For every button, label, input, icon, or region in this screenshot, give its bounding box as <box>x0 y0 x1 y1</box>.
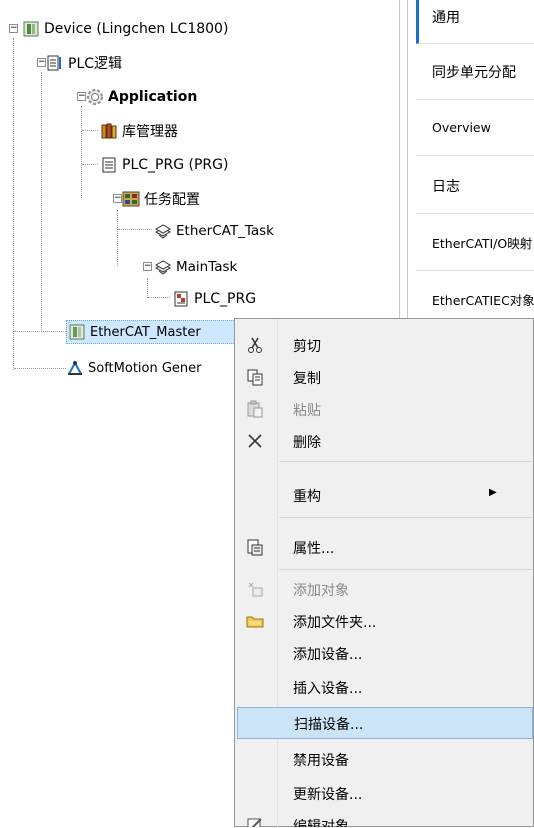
menu-item-label: 添加对象 <box>293 583 349 599</box>
menu-item-label: 重构 <box>293 489 321 505</box>
menu-item-label: 添加设备... <box>293 647 363 663</box>
scissors-icon <box>246 336 264 354</box>
menu-item-delete[interactable]: 删除 <box>237 425 533 457</box>
tree-item-label: SoftMotion Gener <box>88 360 202 376</box>
tab-sync-unit[interactable]: 同步单元分配 <box>416 44 534 100</box>
edit-icon <box>246 816 264 827</box>
device-icon <box>68 323 86 341</box>
menu-item-label: 粘贴 <box>293 403 321 419</box>
program-call-icon <box>172 290 190 308</box>
menu-separator <box>279 461 533 462</box>
tree-item-main-task[interactable]: MainTask <box>154 256 237 278</box>
tree-line <box>148 297 170 298</box>
submenu-arrow-icon: ▶ <box>489 487 497 498</box>
menu-item-cut[interactable]: 剪切 <box>237 329 533 361</box>
menu-item-insert-device[interactable]: 插入设备... <box>237 671 533 703</box>
tree-item-label: MainTask <box>176 259 238 275</box>
menu-item-disable-device[interactable]: 禁用设备 <box>237 743 533 775</box>
tree-item-plc-logic[interactable]: PLC逻辑 <box>46 52 122 74</box>
menu-item-label: 插入设备... <box>293 681 363 697</box>
collapse-toggle[interactable]: − <box>143 262 152 271</box>
tree-line <box>118 229 152 230</box>
context-menu: 剪切 复制 粘贴 删除 重构 ▶ 属性... 添加对象 添加文件夹... 添加设… <box>234 318 534 828</box>
tree-line <box>147 278 148 298</box>
tree-line <box>14 368 66 369</box>
menu-item-properties[interactable]: 属性... <box>237 531 533 563</box>
tree-item-label: 任务配置 <box>144 192 200 208</box>
menu-item-label: 属性... <box>293 541 335 557</box>
menu-item-label: 扫描设备... <box>294 717 364 733</box>
menu-item-edit-object[interactable]: 编辑对象 <box>237 809 533 827</box>
menu-separator <box>279 517 533 518</box>
menu-item-label: 剪切 <box>293 339 321 355</box>
tree-line <box>13 38 14 370</box>
menu-item-label: 复制 <box>293 371 321 387</box>
tree-item-library-manager[interactable]: 库管理器 <box>100 120 178 142</box>
close-icon <box>246 432 264 450</box>
tree-item-task-config[interactable]: 任务配置 <box>122 188 200 210</box>
tree-item-ethercat-task[interactable]: EtherCAT_Task <box>154 220 274 242</box>
task-icon <box>154 222 172 240</box>
tree-line <box>14 331 66 332</box>
collapse-toggle[interactable]: − <box>37 58 46 67</box>
tree-item-label: PLC逻辑 <box>68 56 123 72</box>
tree-line <box>82 130 98 131</box>
collapse-toggle[interactable]: − <box>113 194 122 203</box>
menu-item-add-folder[interactable]: 添加文件夹... <box>237 605 533 637</box>
tree-item-label: EtherCAT_Master <box>90 324 201 340</box>
tree-line <box>81 106 82 198</box>
menu-item-refactor[interactable]: 重构 ▶ <box>237 479 533 511</box>
menu-item-label: 禁用设备 <box>293 753 349 769</box>
menu-item-add-object[interactable]: 添加对象 <box>237 573 533 605</box>
menu-item-label: 编辑对象 <box>293 819 349 827</box>
tree-line <box>117 210 118 266</box>
tree-item-label: EtherCAT_Task <box>176 223 274 239</box>
paste-icon <box>246 400 264 418</box>
editor-tab-list: 通用 同步单元分配 Overview 日志 EtherCATI/O映射 Ethe… <box>416 0 534 330</box>
tab-overview[interactable]: Overview <box>416 100 534 156</box>
menu-item-add-device[interactable]: 添加设备... <box>237 637 533 669</box>
tree-item-plc-prg[interactable]: PLC_PRG (PRG) <box>100 154 228 176</box>
menu-item-label: 删除 <box>293 435 321 451</box>
tree-item-application[interactable]: Application <box>86 86 197 108</box>
gear-icon <box>86 88 104 106</box>
menu-separator <box>279 569 533 570</box>
tree-item-device[interactable]: Device (Lingchen LC1800) <box>22 18 228 40</box>
menu-item-paste[interactable]: 粘贴 <box>237 393 533 425</box>
task-icon <box>154 258 172 276</box>
properties-icon <box>246 538 264 556</box>
menu-item-label: 更新设备... <box>293 787 363 803</box>
tree-item-label: Application <box>108 89 198 105</box>
tree-item-label: PLC_PRG (PRG) <box>122 157 229 173</box>
copy-icon <box>246 368 264 386</box>
menu-item-label: 添加文件夹... <box>293 615 377 631</box>
tree-line <box>82 164 98 165</box>
tree-item-label: 库管理器 <box>122 124 178 140</box>
collapse-toggle[interactable]: − <box>77 92 86 101</box>
device-icon <box>22 20 40 38</box>
library-icon <box>100 122 118 140</box>
document-icon <box>100 156 118 174</box>
plc-logic-icon <box>46 54 64 72</box>
tree-item-plc-prg-call[interactable]: PLC_PRG <box>172 288 256 310</box>
task-config-icon <box>122 190 140 208</box>
tab-general[interactable]: 通用 <box>416 0 534 44</box>
tab-log[interactable]: 日志 <box>416 158 534 214</box>
tree-item-softmotion[interactable]: SoftMotion Gener <box>66 357 202 379</box>
softmotion-icon <box>66 359 84 377</box>
tree-line <box>41 72 42 332</box>
tab-ethercat-io-mapping[interactable]: EtherCATI/O映射 <box>416 215 534 271</box>
folder-icon <box>246 612 264 630</box>
add-object-icon <box>246 580 264 598</box>
tree-item-label: PLC_PRG <box>194 291 257 307</box>
collapse-toggle[interactable]: − <box>9 24 18 33</box>
menu-item-copy[interactable]: 复制 <box>237 361 533 393</box>
menu-item-update-device[interactable]: 更新设备... <box>237 777 533 809</box>
menu-item-scan-devices[interactable]: 扫描设备... <box>237 707 533 739</box>
tree-item-label: Device (Lingchen LC1800) <box>44 21 229 37</box>
